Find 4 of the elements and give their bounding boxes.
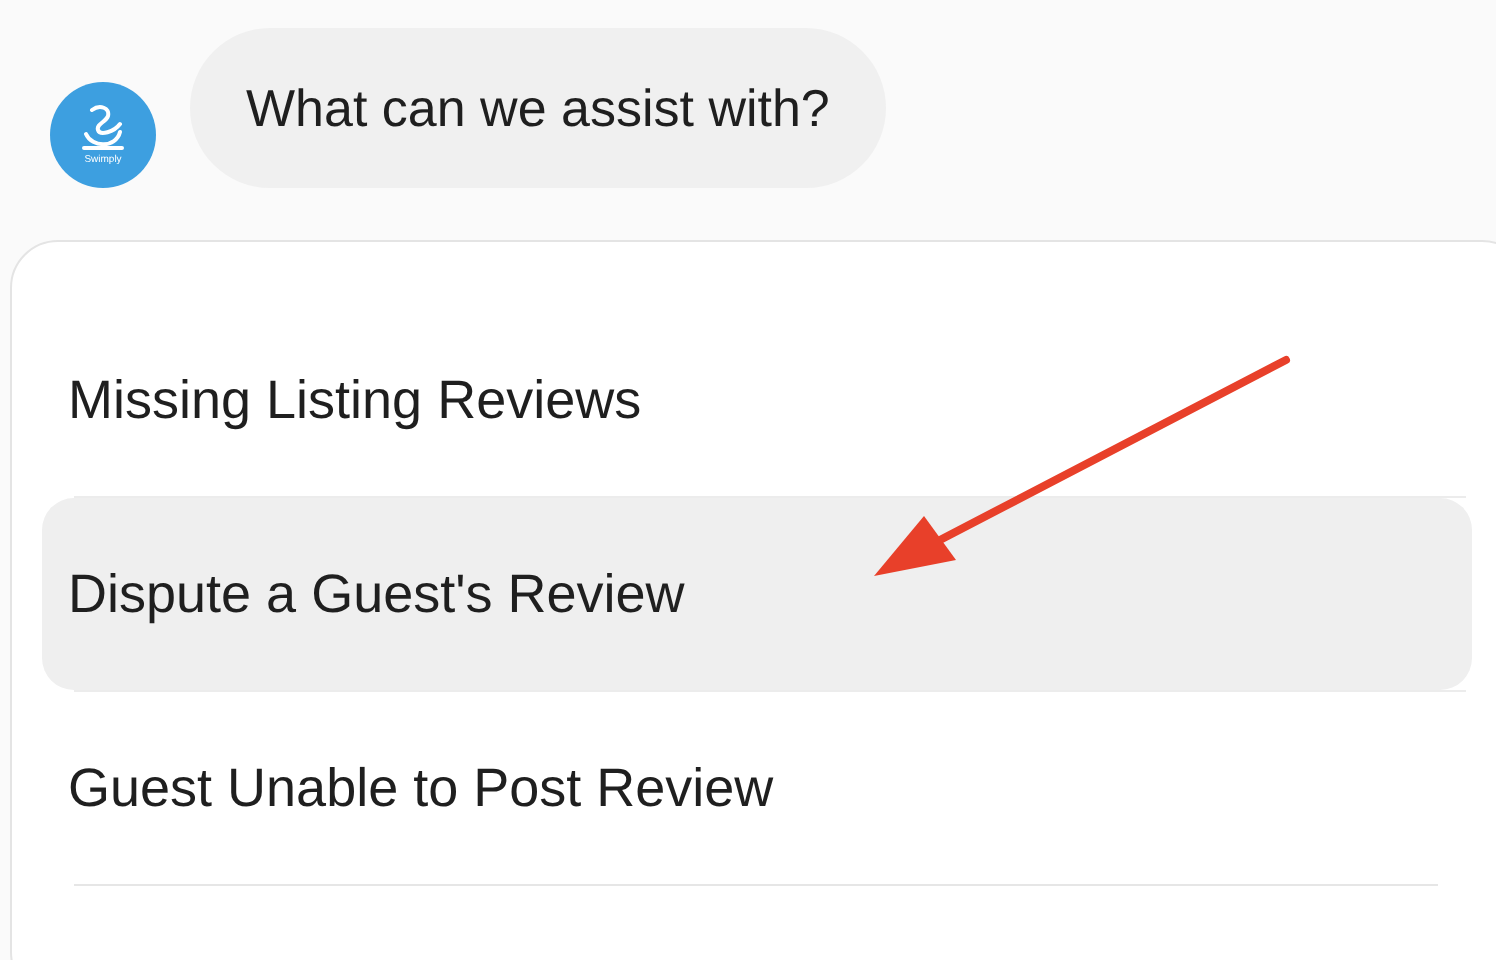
option-item[interactable]: Guest Unable to Post Review [42,692,1472,884]
message-bubble: What can we assist with? [190,28,886,188]
option-item[interactable]: Dispute a Guest's Review [42,498,1472,690]
option-item[interactable]: Missing Listing Reviews [42,304,1472,496]
